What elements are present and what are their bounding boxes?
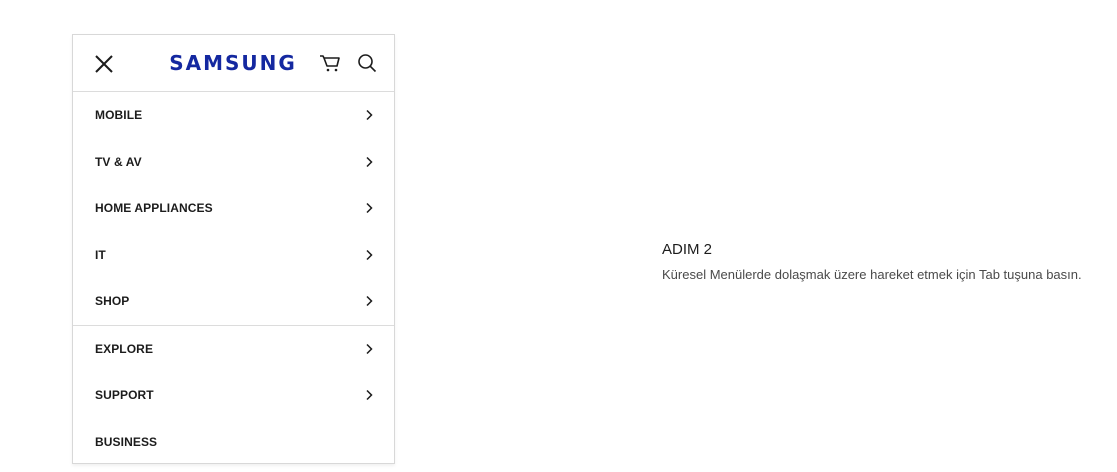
chevron-right-icon [366,343,373,354]
menu-item-home-appliances[interactable]: HOME APPLIANCES [73,185,394,232]
samsung-logo[interactable]: SAMSUNG [169,48,295,78]
menu-item-tv-av[interactable]: TV & AV [73,139,394,186]
menu-item-explore[interactable]: EXPLORE [73,326,394,373]
step-description: Küresel Menülerde dolaşmak üzere hareket… [662,267,1082,282]
menu-item-support[interactable]: SUPPORT [73,372,394,419]
step-instructions: ADIM 2 Küresel Menülerde dolaşmak üzere … [662,241,1092,283]
menu-item-label: HOME APPLIANCES [95,201,213,216]
menu-item-label: MOBILE [95,108,143,123]
menu-item-label: SHOP [95,294,130,309]
menu-item-mobile[interactable]: MOBILE [73,92,394,139]
menu-item-label: SUPPORT [95,388,154,403]
menu-item-label: IT [95,247,106,262]
mobile-menu-panel: SAMSUNG MOBILE TV & AV HOME APPLIANCES I… [72,34,395,464]
menu-item-label: EXPLORE [95,341,154,356]
close-icon[interactable] [93,53,115,75]
step-title: ADIM 2 [662,241,713,258]
menu-item-shop[interactable]: SHOP [73,278,394,325]
chevron-right-icon [366,296,373,307]
menu-header: SAMSUNG [73,35,394,92]
chevron-right-icon [366,110,373,121]
chevron-right-icon [366,249,373,260]
logo-text: SAMSUNG [169,51,297,75]
chevron-right-icon [366,390,373,401]
chevron-right-icon [366,203,373,214]
primary-menu: MOBILE TV & AV HOME APPLIANCES IT SHOP [73,92,394,325]
chevron-right-icon [366,156,373,167]
secondary-menu: EXPLORE SUPPORT BUSINESS [73,326,394,466]
menu-item-label: BUSINESS [95,434,158,449]
menu-item-business[interactable]: BUSINESS [73,419,394,466]
search-icon[interactable] [356,52,378,74]
menu-item-it[interactable]: IT [73,232,394,279]
cart-icon[interactable] [319,52,341,74]
menu-item-label: TV & AV [95,154,142,169]
